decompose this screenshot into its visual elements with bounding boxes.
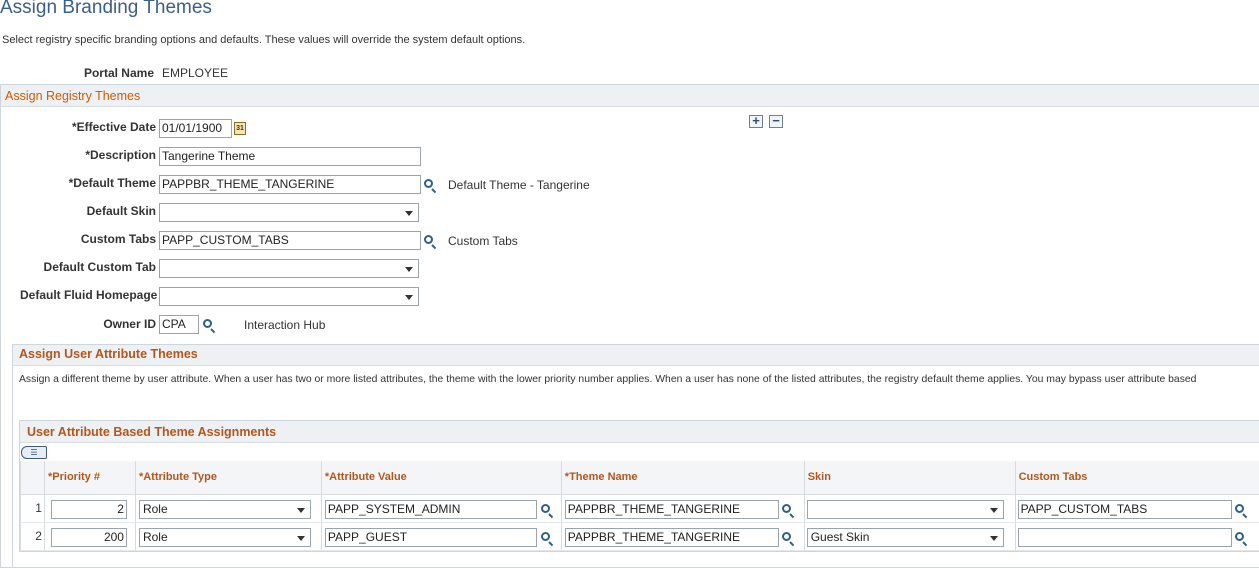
attribute-value-cell: PAPP_GUEST: [320, 522, 562, 551]
description-label: *Description: [85, 148, 156, 162]
table-row: 1 2 Role PAPP_SYSTEM_ADMIN PAPPBR_THEME_…: [20, 494, 1259, 523]
attribute-type-select[interactable]: Role: [138, 499, 311, 519]
attribute-value-cell: PAPP_SYSTEM_ADMIN: [320, 494, 562, 523]
table-row: 2 200 Role PAPP_GUEST PAPPBR_THEME_TANGE…: [20, 522, 1259, 551]
chevron-down-icon: [989, 507, 998, 513]
skin-cell: [803, 494, 1016, 523]
chevron-down-icon: [296, 535, 305, 541]
search-icon[interactable]: [202, 318, 216, 334]
search-icon[interactable]: [1234, 531, 1248, 546]
effective-date-input[interactable]: 01/01/1900: [159, 119, 232, 138]
col-header-custom-tabs[interactable]: Custom Tabs: [1014, 461, 1259, 495]
default-custom-tab-select[interactable]: [159, 259, 419, 278]
col-header-theme-name[interactable]: *Theme Name: [560, 461, 805, 495]
row-number: 2: [20, 522, 45, 551]
search-icon[interactable]: [540, 503, 554, 518]
search-icon[interactable]: [781, 503, 795, 518]
description-input[interactable]: Tangerine Theme: [159, 147, 421, 166]
default-theme-label: *Default Theme: [68, 176, 156, 190]
registry-themes-header: [1, 85, 1259, 107]
add-row-button[interactable]: +: [749, 114, 763, 128]
search-icon[interactable]: [1234, 503, 1248, 518]
theme-name-input[interactable]: PAPPBR_THEME_TANGERINE: [564, 499, 779, 519]
col-header-attribute-type[interactable]: *Attribute Type: [134, 461, 322, 495]
skin-select[interactable]: [806, 499, 1004, 519]
page-instructions: Select registry specific branding option…: [2, 34, 526, 46]
skin-cell: Guest Skin: [803, 522, 1016, 551]
default-theme-description: Default Theme - Tangerine: [448, 178, 590, 192]
attribute-value-input[interactable]: PAPP_SYSTEM_ADMIN: [324, 499, 537, 519]
skin-select[interactable]: Guest Skin: [806, 527, 1004, 547]
grid-personalize-icon[interactable]: ☰: [21, 446, 47, 459]
custom-tabs-row-input[interactable]: PAPP_CUSTOM_TABS: [1017, 499, 1232, 519]
custom-tabs-row-input[interactable]: [1017, 527, 1232, 547]
search-icon[interactable]: [423, 234, 437, 250]
theme-assignments-grid: *Priority # *Attribute Type *Attribute V…: [20, 461, 1259, 551]
theme-name-input[interactable]: PAPPBR_THEME_TANGERINE: [564, 527, 779, 547]
col-header-skin[interactable]: Skin: [803, 461, 1016, 495]
theme-assignments-grid-title: User Attribute Based Theme Assignments: [27, 425, 277, 439]
owner-id-label: Owner ID: [103, 317, 156, 331]
chevron-down-icon: [405, 211, 413, 216]
default-fluid-homepage-label: Default Fluid Homepage: [20, 288, 158, 302]
user-attribute-themes-header: [13, 345, 1259, 366]
row-number: 1: [20, 494, 45, 523]
user-attribute-themes-title: Assign User Attribute Themes: [19, 347, 198, 361]
col-header-attribute-value[interactable]: *Attribute Value: [320, 461, 562, 495]
custom-tabs-description: Custom Tabs: [448, 234, 518, 248]
owner-id-description: Interaction Hub: [244, 318, 326, 332]
priority-input[interactable]: 200: [50, 527, 127, 547]
chevron-down-icon: [405, 295, 413, 300]
priority-input[interactable]: 2: [50, 499, 127, 519]
registry-themes-title: Assign Registry Themes: [5, 89, 141, 103]
search-icon[interactable]: [781, 531, 795, 546]
custom-tabs-cell: PAPP_CUSTOM_TABS: [1014, 494, 1259, 523]
custom-tabs-label: Custom Tabs: [80, 232, 156, 246]
attribute-value-input[interactable]: PAPP_GUEST: [324, 527, 537, 547]
custom-tabs-input[interactable]: PAPP_CUSTOM_TABS: [159, 231, 421, 250]
chevron-down-icon: [989, 535, 998, 541]
skin-value: Guest Skin: [810, 529, 870, 544]
chevron-down-icon: [296, 507, 305, 513]
portal-name-label: Portal Name: [83, 66, 154, 80]
attribute-type-value: Role: [142, 501, 168, 516]
portal-name-value: EMPLOYEE: [162, 66, 229, 80]
theme-name-cell: PAPPBR_THEME_TANGERINE: [560, 494, 805, 523]
default-skin-label: Default Skin: [86, 204, 156, 218]
search-icon[interactable]: [540, 531, 554, 546]
page-title: Assign Branding Themes: [0, 0, 212, 18]
attribute-type-cell: Role: [134, 522, 322, 551]
delete-row-button[interactable]: −: [769, 114, 783, 128]
owner-id-input[interactable]: CPA: [159, 315, 199, 334]
priority-cell: 2: [43, 494, 136, 523]
default-skin-select[interactable]: [159, 203, 419, 222]
theme-name-cell: PAPPBR_THEME_TANGERINE: [560, 522, 805, 551]
user-attribute-themes-description: Assign a different theme by user attribu…: [19, 374, 1197, 385]
search-icon[interactable]: [423, 178, 437, 194]
default-custom-tab-label: Default Custom Tab: [43, 260, 156, 274]
calendar-icon[interactable]: 31: [234, 122, 246, 135]
default-fluid-homepage-select[interactable]: [159, 287, 419, 306]
col-header-priority[interactable]: *Priority #: [43, 461, 136, 495]
attribute-type-select[interactable]: Role: [138, 527, 311, 547]
priority-cell: 200: [43, 522, 136, 551]
attribute-type-value: Role: [142, 529, 168, 544]
attribute-type-cell: Role: [134, 494, 322, 523]
col-header-row-number: [20, 461, 45, 495]
effective-date-label: *Effective Date: [71, 120, 156, 134]
chevron-down-icon: [405, 267, 413, 272]
default-theme-input[interactable]: PAPPBR_THEME_TANGERINE: [159, 175, 421, 194]
custom-tabs-cell: [1014, 522, 1259, 551]
grid-header-row: *Priority # *Attribute Type *Attribute V…: [20, 461, 1259, 495]
